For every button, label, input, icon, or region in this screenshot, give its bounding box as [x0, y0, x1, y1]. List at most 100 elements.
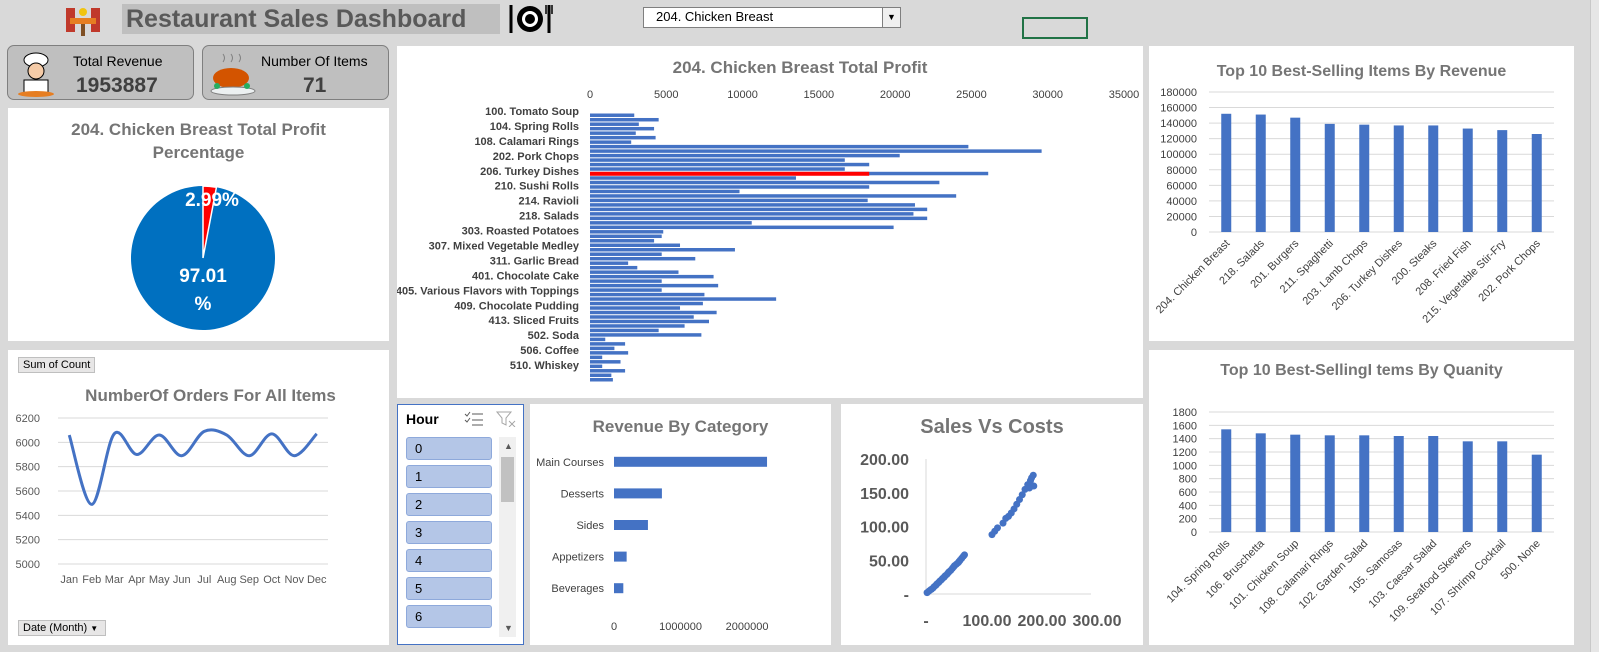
scatter-xtick: 300.00	[1073, 613, 1122, 630]
orders-xtick: Feb	[82, 574, 101, 586]
profit-bar	[590, 378, 613, 382]
profit-category-label: 303. Roasted Potatoes	[462, 226, 579, 238]
slicer-scrollbar[interactable]: ▲ ▼	[499, 437, 516, 637]
scatter-ytick: 50.00	[869, 553, 909, 570]
category-label: Beverages	[551, 583, 604, 595]
bar	[1428, 436, 1439, 532]
slicer-item-5[interactable]: 5	[406, 577, 492, 600]
orders-xtick: Oct	[263, 574, 280, 586]
profit-xtick: 35000	[1109, 89, 1140, 101]
item-selector-dropdown[interactable]: 204. Chicken Breast ▼	[643, 7, 901, 28]
profit-bar	[590, 288, 662, 292]
orders-ytick: 6200	[16, 413, 40, 425]
bar	[1531, 134, 1542, 232]
chevron-down-icon[interactable]: ▼	[882, 8, 900, 27]
profit-bar-chart: 0 5000 10000 15000 20000 25000 30000 35000 100. …	[397, 89, 1140, 382]
profit-category-label: 405. Various Flavors with Toppings	[397, 285, 579, 297]
bar	[1255, 114, 1266, 232]
bar-ytick: 0	[1191, 527, 1197, 539]
profit-bar	[590, 167, 845, 171]
slicer-scroll-thumb[interactable]	[501, 457, 514, 502]
profit-bar	[590, 153, 900, 158]
selected-cell[interactable]	[1022, 17, 1088, 39]
profit-category-label: 104. Spring Rolls	[490, 121, 579, 133]
profit-bar	[590, 113, 635, 117]
profit-bar	[590, 126, 655, 131]
profit-bar	[590, 189, 740, 194]
profit-bar	[590, 243, 681, 247]
orders-xtick: Sep	[239, 574, 259, 586]
total-revenue-value: 1953887	[76, 74, 158, 97]
slicer-item-2[interactable]: 2	[406, 493, 492, 516]
slicer-item-3[interactable]: 3	[406, 521, 492, 544]
slicer-item-6[interactable]: 6	[406, 605, 492, 628]
profit-bar	[590, 122, 639, 126]
profit-bar	[590, 162, 870, 167]
plate-cutlery-icon	[509, 5, 553, 33]
window-scrollbar[interactable]	[1590, 0, 1599, 652]
profit-bar	[590, 310, 717, 315]
hour-slicer: Hour 0 1 2 3 4 5 6 ▲ ▼	[397, 404, 524, 645]
bar-ytick: 1000	[1173, 460, 1197, 472]
bar-ytick: 20000	[1166, 211, 1197, 223]
profit-bar	[590, 207, 928, 212]
bar	[1462, 441, 1473, 532]
profit-bar	[590, 297, 777, 301]
bar	[1393, 125, 1404, 232]
slicer-item-1[interactable]: 1	[406, 465, 492, 488]
orders-xtick: Apr	[128, 574, 145, 586]
profit-bar	[590, 261, 629, 265]
profit-bar	[590, 355, 603, 360]
profit-category-label: 214. Ravioli	[518, 196, 579, 208]
profit-bar	[590, 180, 940, 185]
profit-bar	[590, 265, 638, 270]
clear-filter-icon[interactable]	[496, 411, 516, 427]
profit-bar	[590, 324, 685, 328]
bar-ytick: 400	[1179, 500, 1197, 512]
profit-bar	[590, 360, 621, 364]
profit-bar	[590, 292, 705, 297]
orders-ytick: 5000	[16, 559, 40, 571]
category-label: Sides	[576, 520, 604, 532]
total-profit-panel: 204. Chicken Breast Total Profit 0 5000 10…	[397, 46, 1143, 398]
bar	[1428, 125, 1439, 232]
scroll-down-icon[interactable]: ▼	[504, 623, 513, 633]
category-xtick: 1000000	[659, 621, 702, 633]
date-month-button[interactable]: Date (Month) ▼	[18, 620, 106, 636]
orders-ytick: 5600	[16, 486, 40, 498]
scroll-up-icon[interactable]: ▲	[504, 441, 513, 451]
orders-xtick: Jul	[197, 574, 211, 586]
multi-select-icon[interactable]	[464, 411, 484, 427]
profit-bar	[590, 135, 656, 140]
top-revenue-bar-chart: 180000 160000 140000 120000 100000 80000 60000…	[1154, 87, 1554, 326]
profit-bar	[590, 212, 914, 216]
bar	[1531, 454, 1542, 532]
bar-ytick: 140000	[1160, 118, 1197, 130]
orders-xtick: Jan	[60, 574, 78, 586]
profit-bar	[590, 194, 957, 198]
profit-bar	[590, 144, 969, 149]
category-bar	[614, 551, 627, 562]
profit-category-label: 413. Sliced Fruits	[489, 315, 579, 327]
scatter-xtick: 200.00	[1018, 613, 1067, 630]
number-of-items-card: Number Of Items 71	[202, 45, 389, 100]
profit-bar	[590, 346, 615, 351]
profit-bar	[590, 221, 752, 225]
slicer-item-0[interactable]: 0	[406, 437, 492, 460]
bar	[1324, 435, 1335, 532]
number-of-items-value: 71	[303, 74, 327, 97]
scatter-point	[1029, 471, 1037, 479]
orders-panel: Sum of Count NumberOf Orders For All Ite…	[8, 350, 389, 645]
slicer-item-4[interactable]: 4	[406, 549, 492, 572]
category-label: Main Courses	[536, 457, 604, 469]
bar-ytick: 40000	[1166, 196, 1197, 208]
bar-category-label: 203. Lamb Chops	[1300, 237, 1370, 307]
category-bar	[614, 583, 624, 594]
scatter-ytick: 200.00	[860, 452, 909, 469]
orders-ytick: 5400	[16, 510, 40, 522]
profit-bar	[590, 234, 662, 239]
bar	[1359, 124, 1370, 232]
profit-category-label: 502. Soda	[528, 330, 580, 342]
profit-bar	[590, 158, 845, 162]
profit-bar	[590, 364, 603, 369]
